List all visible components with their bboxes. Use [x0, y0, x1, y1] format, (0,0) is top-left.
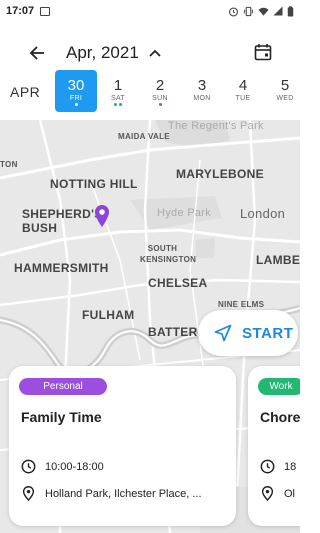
map-label-south-kensington: SOUTH KENSINGTON	[140, 244, 197, 264]
event-time: 18	[284, 460, 297, 473]
event-dots	[139, 103, 181, 106]
status-icons	[228, 5, 294, 17]
location-pin-outline-icon	[22, 486, 35, 501]
day-number: 30	[67, 77, 85, 94]
day-name: MON	[193, 95, 211, 102]
start-navigation-button[interactable]: START	[198, 310, 298, 356]
clock-icon	[21, 459, 36, 474]
day-4[interactable]: 4 TUE	[222, 70, 264, 112]
map-view[interactable]: MAIDA VALE The Regent's Park TON NOTTING…	[0, 120, 300, 533]
map-label-notting-hill: NOTTING HILL	[50, 177, 138, 191]
map-label-hammersmith: HAMMERSMITH	[14, 261, 109, 275]
event-location-row: Holland Park, Ilchester Place, ...	[21, 486, 202, 501]
map-label-marylebone: MARYLEBONE	[176, 167, 264, 181]
map-label-chelsea: CHELSEA	[148, 276, 208, 290]
day-number: 3	[197, 77, 207, 94]
calendar-button[interactable]	[252, 41, 274, 63]
day-number: 2	[155, 77, 165, 94]
arrow-left-icon	[29, 46, 44, 60]
event-title: Family Time	[21, 409, 102, 425]
start-label: START	[242, 324, 294, 342]
map-label-london: London	[240, 206, 286, 221]
calendar-header: Apr, 2021 APR 30 FRI 1 SAT 2 SUN 3 MON 4…	[0, 22, 300, 120]
location-pin-outline-icon	[261, 486, 274, 501]
map-label-nine-elms: NINE ELMS	[218, 300, 265, 309]
status-bar: 17:07	[0, 0, 300, 22]
month-toggle-button[interactable]	[146, 44, 164, 62]
day-3[interactable]: 3 MON	[181, 70, 223, 112]
event-time: 10:00-18:00	[45, 460, 104, 473]
day-5[interactable]: 5 WED	[264, 70, 306, 112]
event-time-row: 10:00-18:00	[21, 459, 104, 474]
day-number: 4	[238, 77, 248, 94]
day-strip: APR 30 FRI 1 SAT 2 SUN 3 MON 4 TUE 5 WED	[0, 70, 300, 114]
day-name: SUN	[152, 95, 168, 102]
day-1[interactable]: 1 SAT	[97, 70, 139, 112]
event-card[interactable]: Work Chore 18 Ol	[248, 366, 300, 526]
event-location-row: Ol	[260, 486, 295, 501]
map-label-fulham: FULHAM	[82, 308, 135, 322]
event-card[interactable]: Personal Family Time 10:00-18:00 Holland…	[9, 366, 236, 526]
event-tag: Work	[258, 378, 300, 395]
alarm-icon	[229, 6, 238, 16]
event-dots	[55, 103, 97, 106]
month-title[interactable]: Apr, 2021	[66, 43, 139, 63]
month-row: Apr, 2021	[0, 40, 300, 68]
vibrate-icon	[243, 6, 254, 16]
map-label-lambeth: LAMBET	[256, 253, 300, 267]
event-location: Holland Park, Ilchester Place, ...	[45, 487, 202, 500]
map-label-maida-vale: MAIDA VALE	[118, 132, 170, 141]
calendar-icon	[254, 44, 272, 61]
battery-icon	[287, 5, 294, 17]
event-time-row: 18	[260, 459, 296, 474]
month-short-label: APR	[10, 84, 41, 100]
location-pin-icon[interactable]	[94, 204, 110, 228]
day-30[interactable]: 30 FRI	[55, 70, 97, 112]
day-name: WED	[276, 95, 294, 102]
event-title: Chore	[260, 409, 300, 425]
day-2[interactable]: 2 SUN	[139, 70, 181, 112]
event-dots	[97, 103, 139, 106]
day-name: SAT	[111, 95, 125, 102]
back-button[interactable]	[26, 42, 48, 64]
map-label-hyde-park: Hyde Park	[157, 207, 212, 219]
clock-icon	[260, 459, 275, 474]
day-number: 5	[280, 77, 290, 94]
signal-icon	[273, 6, 283, 16]
event-tag: Personal	[19, 378, 107, 395]
map-label-shepherds-bush: SHEPHERD'S BUSH	[22, 207, 103, 235]
day-name: TUE	[235, 95, 251, 102]
wifi-icon	[258, 7, 269, 16]
day-number: 1	[113, 77, 123, 94]
event-location: Ol	[284, 487, 295, 500]
image-notification-icon	[40, 6, 51, 16]
map-label-regents-park: The Regent's Park	[168, 120, 264, 132]
chevron-up-icon	[149, 49, 161, 57]
status-time: 17:07	[6, 5, 35, 17]
navigation-arrow-icon	[214, 324, 232, 342]
day-name: FRI	[69, 95, 83, 102]
map-label-ton: TON	[0, 160, 18, 169]
